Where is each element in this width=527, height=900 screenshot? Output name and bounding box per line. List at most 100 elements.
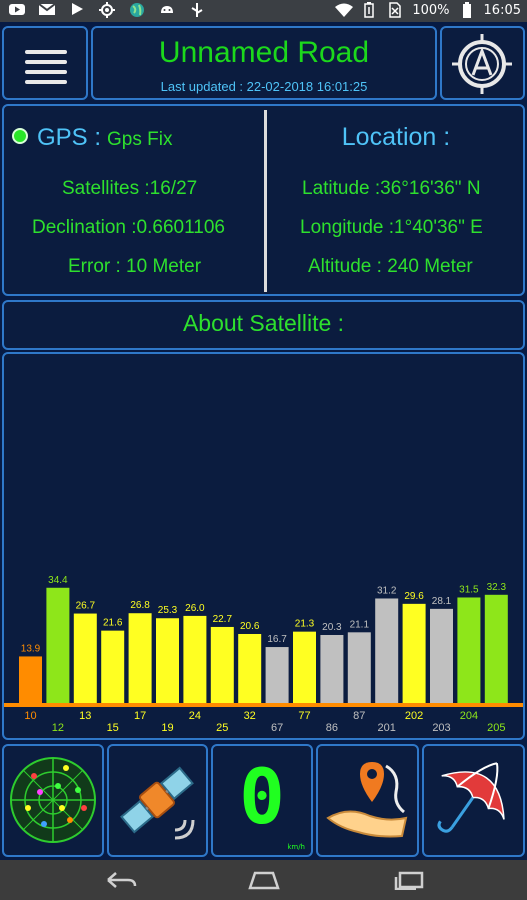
notification-icons — [8, 2, 206, 18]
signal-bar — [156, 618, 179, 703]
status-bar: 100% 16:05 — [0, 0, 527, 22]
speedometer-button[interactable]: 0 km/h — [211, 744, 313, 857]
map-pin-hand-icon — [326, 762, 408, 838]
clock: 16:05 — [483, 2, 521, 18]
satellite-id-label: 19 — [161, 722, 173, 734]
location-heading: Location : — [341, 123, 451, 151]
altitude-value: Altitude : 240 Meter — [308, 256, 473, 277]
no-sim-icon — [386, 2, 404, 18]
bar-value-label: 16.7 — [267, 634, 287, 645]
info-panel: GPS : Gps Fix Satellites :16/27 Declinat… — [2, 104, 525, 296]
signal-bar — [402, 603, 426, 703]
bar-value-label: 32.3 — [487, 582, 507, 593]
satellite-id-label: 205 — [487, 722, 505, 734]
satellite-id-label: 17 — [134, 710, 146, 722]
battery-percent: 100% — [412, 2, 450, 18]
battery-icon — [458, 2, 476, 18]
home-icon[interactable] — [247, 870, 281, 890]
signal-bar — [101, 630, 125, 703]
bar-value-label: 28.1 — [432, 596, 452, 607]
satellite-id-label: 25 — [216, 722, 228, 734]
signal-bar — [210, 626, 234, 703]
compass-button[interactable] — [440, 26, 525, 100]
bar-value-label: 26.7 — [76, 601, 96, 612]
speedometer-icon: 0 km/h — [213, 746, 311, 855]
satellite-button[interactable] — [107, 744, 208, 857]
satellite-id-label: 32 — [244, 710, 256, 722]
longitude-value: Longitude :1°40'36" E — [300, 217, 483, 238]
signal-bar — [183, 615, 207, 703]
satellite-id-label: 77 — [298, 710, 310, 722]
bar-value-label: 34.4 — [48, 575, 68, 586]
satellite-id-label: 202 — [405, 710, 423, 722]
gps-status: Gps Fix — [107, 129, 173, 150]
error-value: Error : 10 Meter — [68, 256, 202, 277]
signal-bar — [457, 597, 481, 703]
signal-bar — [46, 587, 70, 703]
about-satellite-title: About Satellite : — [182, 310, 345, 336]
satellite-id-label: 201 — [378, 722, 396, 734]
bar-value-label: 25.3 — [158, 605, 178, 616]
umbrella-icon — [437, 762, 505, 833]
skyview-button[interactable] — [2, 744, 104, 857]
satellite-signal-chart: 13.9 10 34.4 12 26.7 13 21.6 15 26.8 17 25.3 19 26.0… — [2, 352, 525, 740]
last-updated: Last updated : 22-02-2018 16:01:25 — [160, 79, 368, 94]
navigation-bar — [0, 860, 527, 900]
signal-bar — [19, 656, 42, 703]
signal-bar — [238, 633, 262, 703]
bar-value-label: 21.3 — [295, 619, 315, 630]
bar-value-label: 21.1 — [350, 619, 370, 630]
youtube-icon — [8, 2, 26, 18]
bar-value-label: 21.6 — [103, 618, 123, 629]
satellite-skyview-icon — [10, 757, 96, 843]
bar-value-label: 29.6 — [404, 591, 424, 602]
satellites-count: Satellites :16/27 — [62, 178, 198, 199]
signal-bar — [430, 608, 453, 703]
gps-label: GPS : — [37, 124, 102, 151]
latitude-value: Latitude :36°16'36" N — [302, 178, 481, 199]
compass-icon — [452, 34, 512, 94]
satellite-id-label: 24 — [189, 710, 201, 722]
system-indicators: 100% 16:05 — [334, 2, 521, 18]
recents-icon[interactable] — [392, 870, 426, 890]
chart-baseline — [4, 703, 523, 707]
bar-value-label: 31.5 — [459, 584, 479, 595]
signal-bar — [375, 598, 399, 703]
bar-value-label: 13.9 — [21, 643, 41, 654]
satellite-id-label: 15 — [107, 722, 119, 734]
signal-bar — [293, 631, 316, 703]
satellite-id-label: 13 — [79, 710, 91, 722]
android-icon — [158, 2, 176, 18]
speed-unit: km/h — [287, 843, 305, 851]
bar-value-label: 26.8 — [130, 600, 150, 611]
back-icon[interactable] — [104, 870, 138, 890]
bar-value-label: 20.6 — [240, 621, 260, 632]
satellite-id-label: 67 — [271, 722, 283, 734]
map-location-button[interactable] — [316, 744, 419, 857]
satellite-id-label: 87 — [353, 710, 365, 722]
satellite-id-label: 10 — [24, 710, 36, 722]
signal-bar — [484, 594, 508, 703]
location-title: Unnamed Road — [158, 36, 370, 69]
menu-button[interactable] — [2, 26, 88, 100]
bar-value-label: 22.7 — [213, 614, 233, 625]
signal-bar — [73, 613, 97, 703]
satellite-id-label: 86 — [326, 722, 338, 734]
header-panel: Unnamed Road Last updated : 22-02-2018 1… — [91, 26, 437, 100]
bar-value-label: 26.0 — [185, 603, 205, 614]
play-store-icon — [68, 2, 86, 18]
signal-bar — [128, 613, 152, 703]
satellite-id-label: 203 — [432, 722, 450, 734]
weather-button[interactable] — [422, 744, 525, 857]
satellite-id-label: 204 — [460, 710, 478, 722]
satellite-id-label: 12 — [52, 722, 64, 734]
signal-bar — [265, 647, 289, 703]
bar-value-label: 31.2 — [377, 585, 397, 596]
gmail-icon — [38, 2, 56, 18]
signal-bar — [320, 634, 344, 703]
about-satellite-panel: About Satellite : — [2, 300, 525, 350]
gps-status-indicator — [12, 128, 28, 144]
usb-icon — [188, 2, 206, 18]
signal-bar — [347, 632, 371, 703]
battery-saver-icon — [360, 2, 378, 18]
